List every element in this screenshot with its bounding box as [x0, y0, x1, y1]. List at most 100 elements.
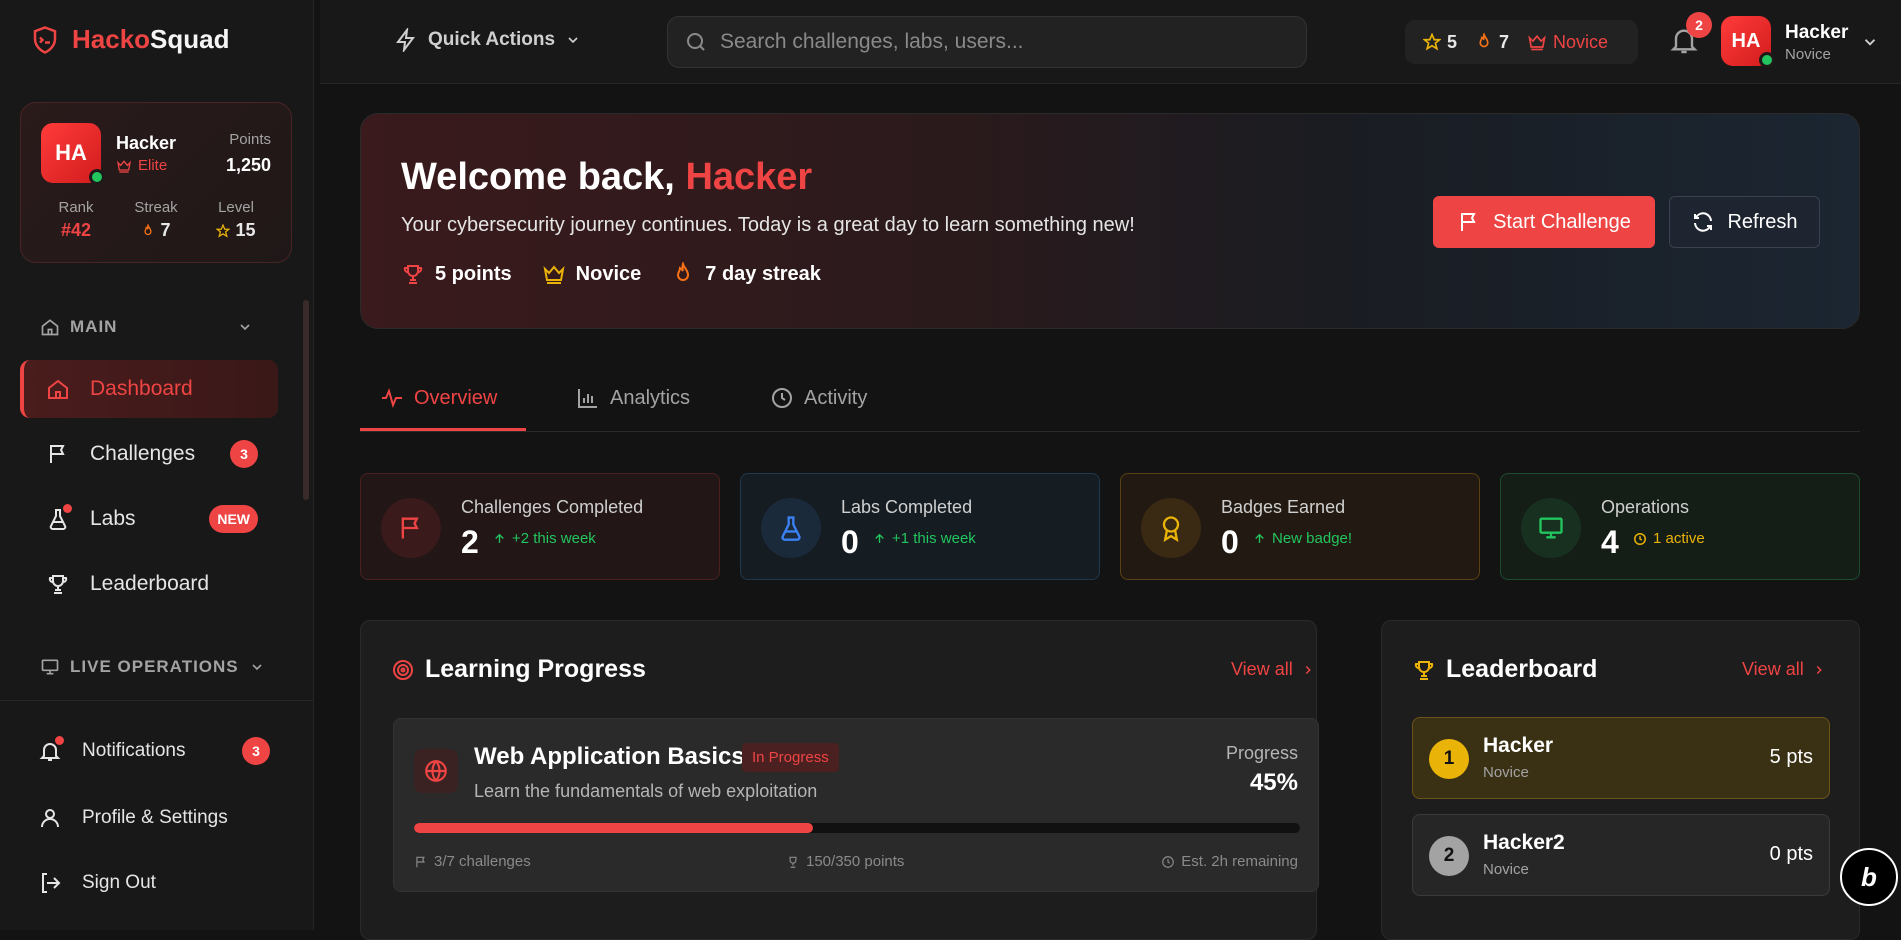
- section-live-label: LIVE OPERATIONS: [70, 657, 239, 676]
- sidebar-item-label: Dashboard: [90, 377, 193, 400]
- tab-overview[interactable]: Overview: [380, 386, 497, 410]
- rank-stat-text: Novice: [575, 262, 642, 285]
- rank-value: #42: [60, 220, 92, 240]
- profile-name: Hacker: [116, 133, 177, 153]
- points-stat: 5 points: [401, 262, 512, 286]
- flask-icon: [781, 516, 801, 541]
- activity-icon: [382, 388, 402, 408]
- chevron-down-icon: [240, 324, 251, 331]
- notifications-count-badge: 3: [242, 737, 270, 765]
- course-card[interactable]: Web Application Basics In Progress Learn…: [393, 718, 1319, 892]
- start-challenge-label: Start Challenge: [1493, 210, 1631, 233]
- flame-icon: [144, 223, 153, 235]
- home-outline-icon: [41, 319, 59, 336]
- sidebar-item-labs[interactable]: Labs NEW: [20, 490, 278, 548]
- sidebar-item-label: Labs: [90, 507, 136, 530]
- sidebar-item-label: Notifications: [82, 740, 186, 761]
- trophy-icon: [403, 265, 423, 284]
- clock-icon: [1162, 855, 1175, 868]
- search-box[interactable]: [667, 16, 1307, 68]
- sidebar-item-leaderboard[interactable]: Leaderboard: [20, 555, 278, 613]
- card-delta: 1 active: [1633, 530, 1705, 547]
- operations-card[interactable]: Operations 4 1 active: [1500, 473, 1860, 580]
- card-delta-text: +2 this week: [512, 530, 596, 547]
- challenges-completed-card[interactable]: Challenges Completed 2 +2 this week: [360, 473, 720, 580]
- learning-view-all-link[interactable]: View all: [1231, 659, 1315, 680]
- learning-progress-panel: Learning Progress View all Web Applicati…: [360, 620, 1319, 940]
- refresh-button[interactable]: Refresh: [1669, 196, 1820, 248]
- chevron-right-icon: [1816, 665, 1822, 674]
- leaderboard-row[interactable]: 2 Hacker2 Novice 0 pts: [1412, 814, 1830, 896]
- star-icon: [216, 223, 231, 238]
- card-value: 4: [1601, 524, 1619, 560]
- sidebar-item-label: Sign Out: [82, 872, 156, 893]
- leaderboard-row[interactable]: 1 Hacker Novice 5 pts: [1412, 717, 1830, 799]
- leaderboard-title-text: Novice: [1483, 861, 1529, 878]
- streak-stat-text: 7 day streak: [705, 262, 821, 285]
- quick-actions-label: Quick Actions: [428, 29, 556, 50]
- card-label: Labs Completed: [841, 497, 973, 517]
- tab-label: Analytics: [610, 386, 691, 409]
- card-delta: +2 this week: [493, 530, 596, 547]
- chevron-right-icon: [1305, 665, 1311, 674]
- start-challenge-button[interactable]: Start Challenge: [1433, 196, 1655, 248]
- crown-icon: [543, 265, 565, 284]
- brand-name-part-2: Squad: [150, 24, 230, 54]
- leaderboard-view-all-link[interactable]: View all: [1742, 659, 1826, 680]
- rank-stat: Rank #42: [36, 199, 116, 241]
- flag-icon: [416, 856, 425, 867]
- panel-title-text: Leaderboard: [1446, 655, 1598, 683]
- streak-value-wrap: 7: [116, 220, 196, 241]
- user-name[interactable]: Hacker: [1785, 22, 1848, 44]
- card-delta-text: +1 this week: [892, 530, 976, 547]
- bell-icon: [36, 736, 64, 765]
- streak-value: 7: [160, 220, 171, 240]
- progress-value: 45%: [1249, 769, 1298, 796]
- section-live-operations[interactable]: LIVE OPERATIONS: [40, 657, 265, 677]
- monitor-icon: [41, 659, 59, 675]
- crown-icon: [1528, 34, 1546, 51]
- section-main[interactable]: MAIN: [40, 317, 253, 337]
- tab-analytics[interactable]: Analytics: [576, 386, 690, 410]
- labs-completed-card[interactable]: Labs Completed 0 +1 this week: [740, 473, 1100, 580]
- monitor-icon: [1539, 517, 1563, 539]
- course-title: Web Application Basics: [474, 743, 745, 770]
- arrow-up-icon: [495, 533, 504, 543]
- sidebar-item-notifications[interactable]: Notifications: [36, 736, 186, 765]
- arrow-up-icon: [875, 533, 884, 543]
- flag-icon: [1461, 213, 1476, 231]
- leaderboard-rank: 1: [1429, 739, 1469, 779]
- tab-activity[interactable]: Activity: [770, 386, 867, 410]
- card-value: 2: [461, 524, 479, 560]
- course-icon-box: [414, 749, 458, 793]
- sidebar-item-profile-settings[interactable]: Profile & Settings: [36, 804, 228, 832]
- leaderboard-points: 5 pts: [1769, 746, 1813, 768]
- app-logo[interactable]: HackoSquad: [30, 24, 230, 55]
- welcome-greeting: Welcome back,: [401, 156, 686, 198]
- profile-title-text: Elite: [138, 157, 168, 174]
- search-input[interactable]: [720, 30, 1280, 54]
- profile-card[interactable]: HA Hacker Elite Points 1,250 Rank #42 St…: [20, 102, 292, 263]
- sidebar-item-challenges[interactable]: Challenges 3: [20, 425, 278, 483]
- bar-chart-icon: [578, 389, 597, 408]
- leaderboard-name: Hacker: [1483, 734, 1554, 757]
- clock-icon: [1634, 532, 1646, 545]
- scrollbar-thumb[interactable]: [303, 300, 309, 500]
- sidebar-item-sign-out[interactable]: Sign Out: [36, 869, 156, 897]
- active-tab-indicator: [360, 428, 526, 431]
- sidebar-scrollbar[interactable]: [303, 290, 309, 690]
- shield-terminal-icon: [33, 25, 57, 54]
- welcome-name: Hacker: [685, 156, 813, 198]
- sidebar-item-dashboard[interactable]: Dashboard: [20, 360, 278, 418]
- badges-earned-card[interactable]: Badges Earned 0 New badge!: [1120, 473, 1480, 580]
- card-delta-text: New badge!: [1272, 530, 1353, 547]
- chevron-down-icon[interactable]: [1861, 33, 1879, 51]
- welcome-title: Welcome back, Hacker: [401, 156, 812, 199]
- bolt-logo-badge[interactable]: b: [1840, 848, 1898, 906]
- user-stats-pill[interactable]: 5 7 Novice: [1405, 20, 1638, 64]
- leaderboard-points: 0 pts: [1769, 843, 1813, 865]
- card-delta: New badge!: [1253, 530, 1352, 547]
- view-all-label: View all: [1742, 659, 1804, 679]
- brand-name-part-1: Hacko: [72, 24, 151, 54]
- quick-actions-button[interactable]: Quick Actions: [394, 28, 581, 52]
